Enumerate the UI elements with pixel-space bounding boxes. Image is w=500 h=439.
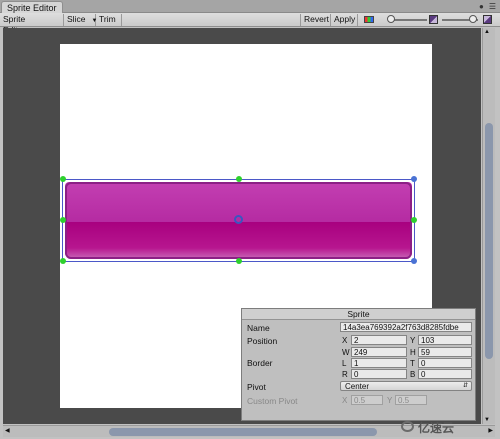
tab-sprite-editor[interactable]: Sprite Editor bbox=[1, 1, 63, 13]
trim-button[interactable]: Trim bbox=[96, 14, 122, 26]
pivot-handle[interactable] bbox=[234, 215, 243, 224]
border-right-field[interactable]: 0 bbox=[351, 369, 407, 379]
x-label: X bbox=[342, 336, 348, 345]
custom-pivot-y-field: 0.5 bbox=[395, 395, 427, 405]
sprite-inspector-panel: Sprite Name 14a3ea769392a2f763d8285fdbe … bbox=[241, 308, 476, 421]
border-bottom-field[interactable]: 0 bbox=[418, 369, 472, 379]
scroll-left-icon[interactable]: ◀ bbox=[5, 427, 10, 434]
menu-icon[interactable]: ☰ bbox=[489, 2, 496, 11]
position-x-field[interactable]: 2 bbox=[351, 335, 407, 345]
custom-pivot-x-field: 0.5 bbox=[351, 395, 383, 405]
border-label: Border bbox=[247, 358, 273, 368]
custom-pivot-x-label: X bbox=[342, 396, 348, 405]
chevron-updown-icon: ⇵ bbox=[462, 383, 468, 389]
y-label: Y bbox=[410, 336, 416, 345]
revert-button[interactable]: Revert bbox=[300, 14, 331, 26]
t-label: T bbox=[410, 359, 415, 368]
window-controls: ● ☰ bbox=[479, 2, 496, 11]
pivot-label: Pivot bbox=[247, 382, 266, 392]
zoom-slider[interactable] bbox=[393, 19, 427, 21]
horizontal-scroll-thumb[interactable] bbox=[109, 428, 377, 436]
name-label: Name bbox=[247, 323, 270, 333]
custom-pivot-label: Custom Pivot bbox=[247, 396, 298, 406]
mode-dropdown[interactable]: Sprite Editor▼ bbox=[0, 14, 64, 35]
w-label: W bbox=[342, 348, 350, 357]
resize-handle-bottom-left[interactable] bbox=[60, 258, 66, 264]
slice-dropdown[interactable]: Slice ▼ bbox=[64, 14, 97, 26]
height-field[interactable]: 59 bbox=[418, 347, 472, 357]
border-left-field[interactable]: 1 bbox=[351, 358, 407, 368]
rgb-channel-icon[interactable] bbox=[364, 16, 374, 23]
position-label: Position bbox=[247, 336, 278, 346]
scroll-up-icon[interactable]: ▲ bbox=[484, 29, 490, 35]
scroll-right-icon[interactable]: ▶ bbox=[488, 427, 493, 434]
scroll-down-icon[interactable]: ▼ bbox=[484, 417, 490, 423]
resize-handle-top[interactable] bbox=[236, 176, 242, 182]
window-tab-bar: Sprite Editor ● ☰ bbox=[0, 0, 500, 13]
pivot-dropdown[interactable]: Center ⇵ bbox=[340, 381, 472, 391]
border-top-field[interactable]: 0 bbox=[418, 358, 472, 368]
b-label: B bbox=[410, 370, 416, 379]
mip-large-icon bbox=[483, 15, 492, 24]
zoom-slider-thumb[interactable] bbox=[386, 15, 395, 23]
mip-slider-thumb[interactable] bbox=[468, 15, 477, 23]
watermark-text: 亿速云 bbox=[418, 421, 455, 435]
resize-handle-bottom-right[interactable] bbox=[411, 258, 417, 264]
h-label: H bbox=[410, 348, 416, 357]
slice-dropdown-label: Slice bbox=[67, 14, 86, 24]
vertical-scrollbar[interactable]: ▲ ▼ bbox=[482, 28, 495, 424]
apply-button[interactable]: Apply bbox=[331, 14, 358, 26]
resize-handle-right[interactable] bbox=[411, 217, 417, 223]
resize-handle-bottom[interactable] bbox=[236, 258, 242, 264]
mip-small-icon bbox=[429, 15, 438, 24]
lock-icon[interactable]: ● bbox=[479, 2, 484, 11]
r-label: R bbox=[342, 370, 348, 379]
resize-handle-left[interactable] bbox=[60, 217, 66, 223]
resize-handle-top-left[interactable] bbox=[60, 176, 66, 182]
pivot-dropdown-value: Center bbox=[345, 382, 370, 391]
resize-handle-top-right[interactable] bbox=[411, 176, 417, 182]
width-field[interactable]: 249 bbox=[351, 347, 407, 357]
panel-title: Sprite bbox=[242, 309, 475, 320]
custom-pivot-y-label: Y bbox=[387, 396, 393, 405]
toolbar: Sprite Editor▼ Slice▼ Trim Revert Apply bbox=[0, 13, 500, 35]
name-field[interactable]: 14a3ea769392a2f763d8285fdbe bbox=[340, 322, 472, 332]
position-y-field[interactable]: 103 bbox=[418, 335, 472, 345]
watermark-logo-icon bbox=[401, 421, 414, 432]
l-label: L bbox=[342, 359, 347, 368]
vertical-scroll-thumb[interactable] bbox=[485, 123, 493, 359]
